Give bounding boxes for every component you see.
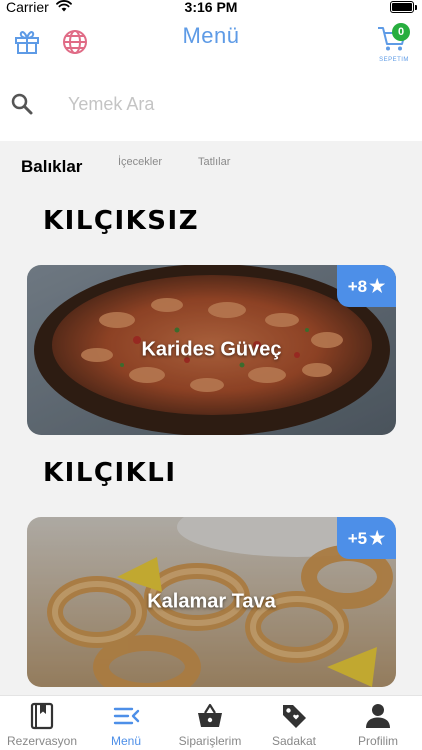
- menu-item-card[interactable]: Kalamar Tava +5 ★: [27, 517, 396, 687]
- tab-menu[interactable]: Menü: [84, 696, 168, 750]
- search-icon: [11, 93, 33, 115]
- cart-count-badge: 0: [392, 23, 410, 41]
- tab-baliklar[interactable]: Balıklar: [21, 157, 82, 177]
- nav-bar: Menü 0 SEPETIM: [0, 16, 422, 68]
- section-title-kilciksiz: KILÇIKSIZ: [43, 206, 200, 236]
- page-title: Menü: [182, 23, 240, 48]
- menu-item-name: Karides Güveç: [141, 338, 282, 361]
- rating-badge: +5 ★: [337, 517, 396, 559]
- basket-icon: [198, 703, 222, 727]
- tab-label: Profilim: [357, 734, 398, 748]
- menu-screen: Carrier 3:16 PM Menü 0 SEPETIM Yemek Ara…: [0, 0, 422, 750]
- book-icon: [30, 702, 54, 730]
- tab-label: Sadakat: [271, 734, 317, 748]
- star-icon: ★: [369, 276, 386, 296]
- status-time: 3:16 PM: [184, 0, 238, 15]
- tab-siparislerim[interactable]: Siparişlerim: [168, 696, 252, 750]
- battery-icon: [390, 1, 417, 13]
- menu-item-card[interactable]: Karides Güveç +8 ★: [27, 265, 396, 435]
- category-tabs: Balıklar İçecekler Tatlılar: [0, 150, 422, 184]
- menu-item-name: Kalamar Tava: [147, 590, 276, 613]
- cart-label: SEPETIM: [379, 57, 409, 63]
- search-input[interactable]: [60, 86, 400, 122]
- tab-label: Siparişlerim: [178, 734, 242, 748]
- star-icon: ★: [369, 528, 386, 548]
- tab-sadakat[interactable]: Sadakat: [252, 696, 336, 750]
- rating-badge: +8 ★: [337, 265, 396, 307]
- tab-rezervasyon[interactable]: Rezervasyon: [0, 696, 84, 750]
- tab-profilim[interactable]: Profilim: [336, 696, 420, 750]
- bottom-tab-bar: Rezervasyon Menü Siparişlerim Sadakat Pr…: [0, 695, 422, 750]
- section-title-kilcikli: KILÇIKLI: [43, 458, 177, 488]
- menu-icon: [113, 707, 140, 725]
- tab-icecekler[interactable]: İçecekler: [118, 156, 162, 168]
- rating-count: +8: [347, 277, 368, 296]
- tag-icon: [283, 705, 306, 728]
- cart-button[interactable]: 0 SEPETIM: [372, 20, 416, 66]
- tab-label: Rezervasyon: [6, 734, 78, 748]
- rating-count: +5: [347, 529, 368, 548]
- user-icon: [366, 704, 390, 728]
- status-bar: Carrier 3:16 PM: [0, 0, 422, 16]
- tab-tatlilar[interactable]: Tatlılar: [198, 156, 230, 168]
- tab-label: Menü: [110, 734, 142, 748]
- search-bar: [0, 68, 422, 141]
